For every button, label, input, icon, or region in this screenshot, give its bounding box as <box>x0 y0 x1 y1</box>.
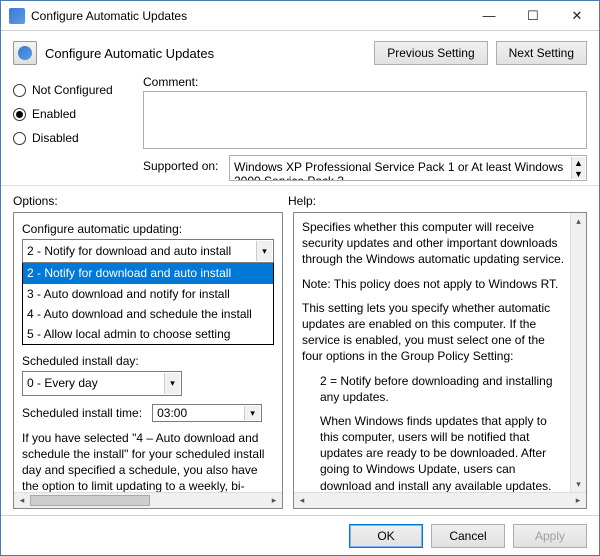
updating-option[interactable]: 3 - Auto download and notify for install <box>23 284 273 304</box>
policy-icon <box>13 41 37 65</box>
updating-select-value: 2 - Notify for download and auto install <box>23 240 273 262</box>
next-setting-button[interactable]: Next Setting <box>496 41 587 65</box>
maximize-button[interactable]: ☐ <box>511 1 555 30</box>
help-pane: Specifies whether this computer will rec… <box>293 212 587 509</box>
options-pane: Configure automatic updating: 2 - Notify… <box>13 212 283 509</box>
supported-value: Windows XP Professional Service Pack 1 o… <box>234 160 563 181</box>
supported-scroll[interactable]: ▲▼ <box>571 157 585 179</box>
chevron-down-icon: ▾ <box>164 373 180 393</box>
state-radios: Not Configured Enabled Disabled <box>13 75 143 181</box>
radio-dot-icon <box>13 132 26 145</box>
help-vscroll[interactable]: ▴ ▾ <box>570 213 586 492</box>
previous-setting-button[interactable]: Previous Setting <box>374 41 487 65</box>
radio-disabled[interactable]: Disabled <box>13 131 143 145</box>
help-p: Specifies whether this computer will rec… <box>302 219 568 268</box>
updating-dropdown[interactable]: 2 - Notify for download and auto install… <box>22 262 274 345</box>
help-content: Specifies whether this computer will rec… <box>294 213 586 508</box>
radio-label: Not Configured <box>32 83 113 97</box>
ok-button[interactable]: OK <box>349 524 423 548</box>
radio-not-configured[interactable]: Not Configured <box>13 83 143 97</box>
sched-time-label-text: Scheduled install time: <box>22 406 142 420</box>
updating-option[interactable]: 2 - Notify for download and auto install <box>23 263 273 283</box>
config-row: Not Configured Enabled Disabled Comment:… <box>1 71 599 181</box>
panes: Configure automatic updating: 2 - Notify… <box>1 212 599 509</box>
scroll-down-icon: ▾ <box>571 476 586 492</box>
help-hscroll[interactable]: ◂ ▸ <box>294 492 586 508</box>
apply-button[interactable]: Apply <box>513 524 587 548</box>
scroll-left-icon: ◂ <box>294 495 310 506</box>
radio-enabled[interactable]: Enabled <box>13 107 143 121</box>
sched-day-select[interactable]: 0 - Every day ▾ <box>22 371 182 395</box>
updating-label: Configure automatic updating: <box>22 221 274 237</box>
sched-time-select[interactable]: 03:00 ▾ <box>152 404 262 422</box>
cancel-button[interactable]: Cancel <box>431 524 505 548</box>
updating-option[interactable]: 4 - Auto download and schedule the insta… <box>23 304 273 324</box>
scroll-right-icon: ▸ <box>266 495 282 506</box>
sched-day-label: Scheduled install day: <box>22 353 274 369</box>
updating-option[interactable]: 5 - Allow local admin to choose setting <box>23 324 273 344</box>
radio-dot-icon <box>13 84 26 97</box>
help-p: This setting lets you specify whether au… <box>302 300 568 365</box>
sched-time-value: 03:00 <box>153 403 207 423</box>
close-button[interactable]: ✕ <box>555 1 599 30</box>
radio-label: Disabled <box>32 131 79 145</box>
scroll-right-icon: ▸ <box>570 495 586 506</box>
supported-text: Windows XP Professional Service Pack 1 o… <box>229 155 587 181</box>
scroll-thumb[interactable] <box>30 495 150 506</box>
help-p: Note: This policy does not apply to Wind… <box>302 276 568 292</box>
help-p: 2 = Notify before downloading and instal… <box>320 373 568 405</box>
help-p: When Windows finds updates that apply to… <box>320 413 568 494</box>
minimize-button[interactable]: — <box>467 1 511 30</box>
supported-row: Supported on: Windows XP Professional Se… <box>143 155 587 181</box>
updating-select[interactable]: 2 - Notify for download and auto install… <box>22 239 274 263</box>
sched-time-label: Scheduled install time: 03:00 ▾ <box>22 404 274 422</box>
header: Configure Automatic Updates Previous Set… <box>1 31 599 71</box>
section-labels: Options: Help: <box>1 185 599 212</box>
scroll-left-icon: ◂ <box>14 495 30 506</box>
options-hscroll[interactable]: ◂ ▸ <box>14 492 282 508</box>
options-label: Options: <box>13 194 288 208</box>
titlebar: Configure Automatic Updates — ☐ ✕ <box>1 1 599 31</box>
help-label: Help: <box>288 194 316 208</box>
radio-label: Enabled <box>32 107 76 121</box>
options-content: Configure automatic updating: 2 - Notify… <box>14 213 282 508</box>
radio-dot-icon <box>13 108 26 121</box>
comment-area: Comment: Supported on: Windows XP Profes… <box>143 75 587 181</box>
supported-label: Supported on: <box>143 155 229 173</box>
comment-label: Comment: <box>143 75 587 89</box>
window-icon <box>9 8 25 24</box>
sched-day-value: 0 - Every day <box>23 372 181 394</box>
chevron-down-icon: ▾ <box>256 241 272 261</box>
footer: OK Cancel Apply <box>1 515 599 555</box>
scroll-up-icon: ▴ <box>571 213 586 229</box>
comment-input[interactable] <box>143 91 587 149</box>
chevron-down-icon: ▾ <box>244 406 260 420</box>
policy-title: Configure Automatic Updates <box>45 46 366 61</box>
window-title: Configure Automatic Updates <box>31 9 467 23</box>
